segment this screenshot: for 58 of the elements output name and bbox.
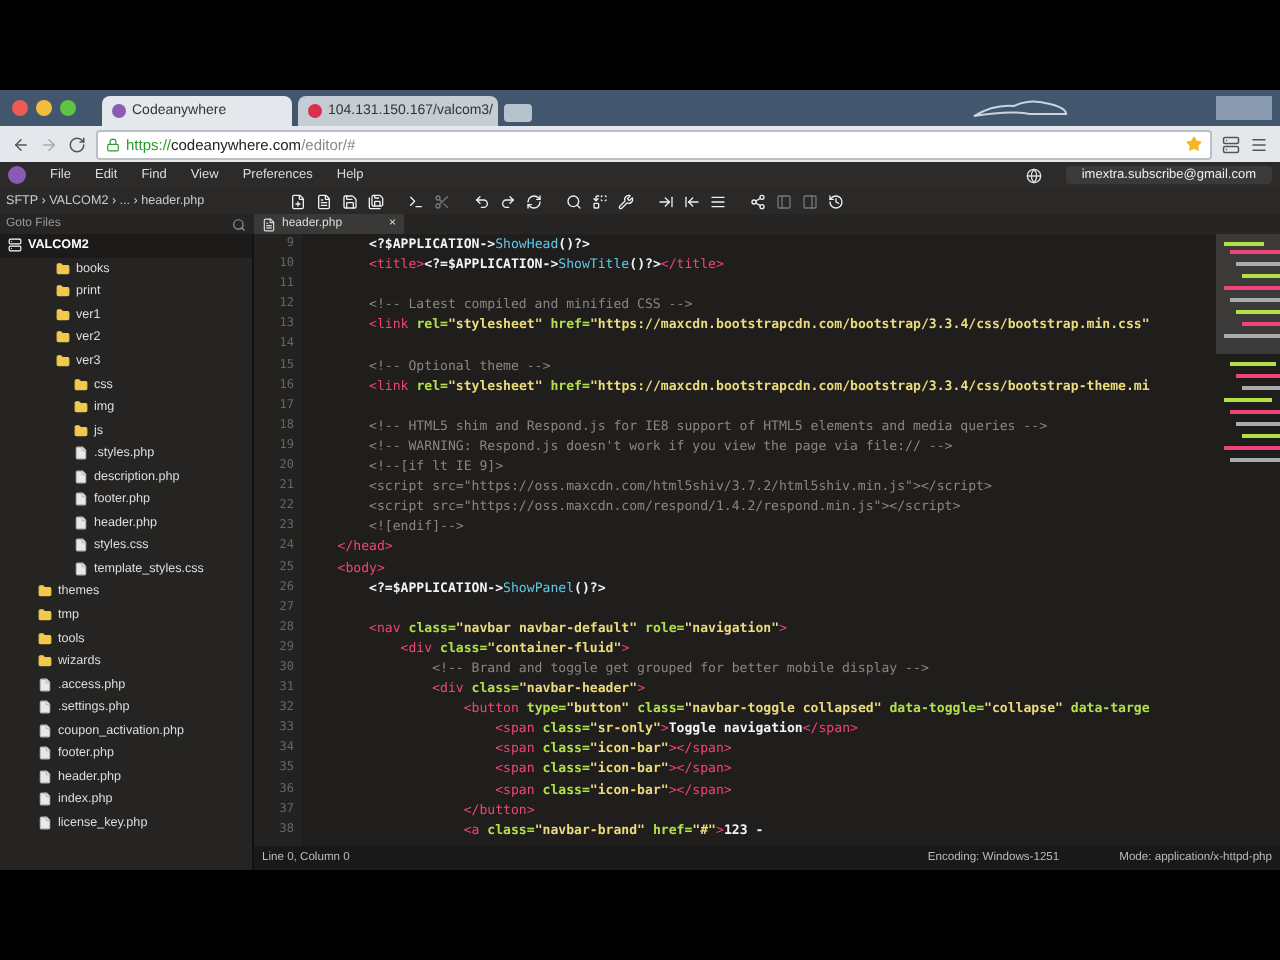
file-icon [74,561,88,576]
replace-icon[interactable] [592,193,608,209]
server-icon [8,238,22,253]
file-icon [38,700,52,715]
terminal-icon[interactable] [408,193,424,209]
scissors-icon[interactable] [434,193,450,209]
file-icon [74,469,88,484]
new-file-icon[interactable] [290,193,306,209]
save-all-icon[interactable] [368,193,384,209]
file-icon [74,492,88,507]
folder-icon [38,654,52,669]
folder-icon [56,261,70,276]
align-icon[interactable] [710,193,726,209]
undo-icon[interactable] [474,193,490,209]
menu-icon[interactable] [1250,135,1268,153]
folder-icon [38,584,52,599]
file-icon [38,746,52,761]
outdent-icon[interactable] [684,193,700,209]
folder-icon [74,377,88,392]
file-icon [38,723,52,738]
file-icon [38,815,52,830]
file-icon [38,792,52,807]
file-icon[interactable] [316,193,332,209]
refresh-icon[interactable] [526,193,542,209]
car-drawing [970,96,1070,120]
share-icon[interactable] [750,193,766,209]
globe-icon[interactable] [1025,167,1042,183]
wrench-icon[interactable] [618,193,634,209]
minimize-window-button[interactable] [36,100,52,116]
tab-icon [308,104,322,118]
folder-icon [74,400,88,415]
indent-icon[interactable] [658,193,674,209]
lock-icon [106,137,120,151]
new-tab-button[interactable] [504,104,532,122]
save-icon[interactable] [342,193,358,209]
reload-icon[interactable] [68,135,86,153]
file-icon [74,446,88,461]
history-icon[interactable] [828,193,844,209]
folder-icon [56,354,70,368]
folder-icon [38,631,52,646]
folder-icon [38,608,52,623]
panel-icon[interactable] [776,193,792,209]
star-icon[interactable] [1186,136,1202,152]
folder-icon [74,423,88,438]
file-icon [38,769,52,784]
panel-icon[interactable] [802,193,818,209]
back-icon[interactable] [12,135,30,153]
tab-icon [112,104,126,118]
redo-icon[interactable] [500,193,516,209]
folder-icon [56,307,70,322]
zoom-window-button[interactable] [60,100,76,116]
folder-icon [56,330,70,345]
file-icon [74,538,88,553]
file-icon [74,515,88,530]
file-icon [38,677,52,692]
logo-icon[interactable] [8,166,26,184]
folder-icon [56,284,70,299]
file-icon [262,217,276,231]
